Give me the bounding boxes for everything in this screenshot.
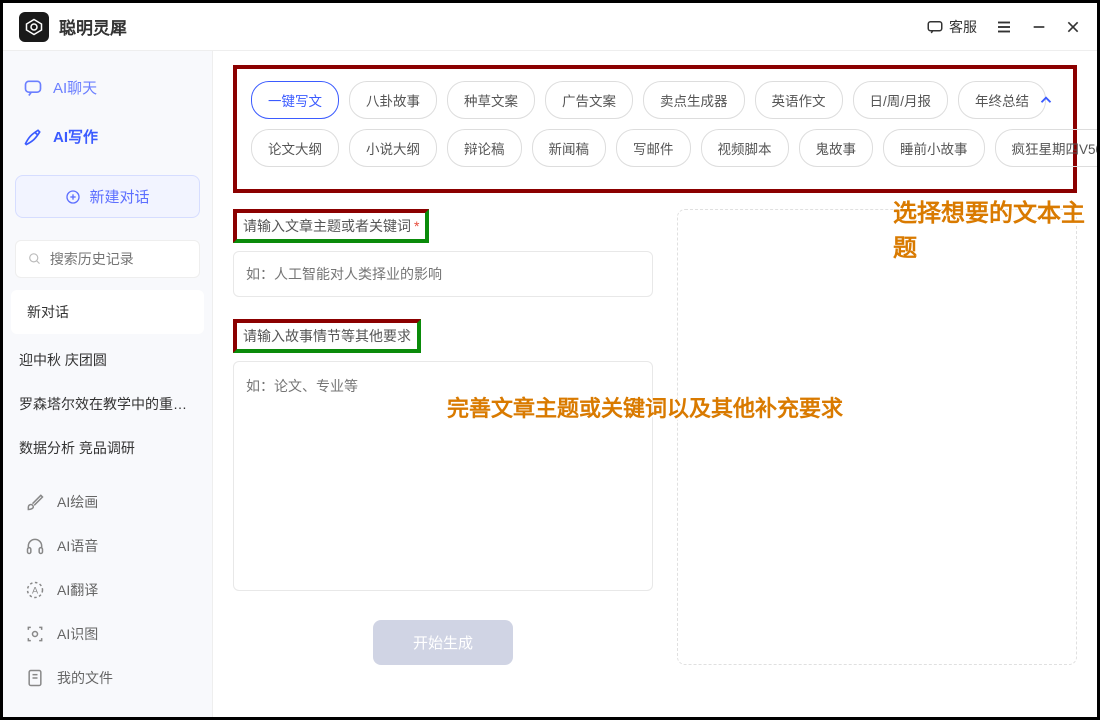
topic-tag[interactable]: 睡前小故事 — [883, 129, 985, 167]
main-content: 一键写文 八卦故事 种草文案 广告文案 卖点生成器 英语作文 日/周/月报 年终… — [213, 51, 1097, 717]
tool-label: 我的文件 — [57, 668, 113, 688]
details-label: 请输入故事情节等其他要求 — [233, 319, 421, 353]
titlebar-right: 客服 — [926, 17, 1081, 37]
history-item[interactable]: 迎中秋 庆团圆 — [3, 338, 212, 382]
nav-ai-chat[interactable]: AI聊天 — [3, 63, 212, 112]
topic-tag[interactable]: 辩论稿 — [447, 129, 522, 167]
app-title: 聪明灵犀 — [59, 14, 127, 39]
scan-icon — [25, 624, 45, 644]
titlebar: 聪明灵犀 客服 — [3, 3, 1097, 51]
tag-row: 一键写文 八卦故事 种草文案 广告文案 卖点生成器 英语作文 日/周/月报 年终… — [251, 81, 1019, 119]
topic-tag[interactable]: 写邮件 — [616, 129, 691, 167]
menu-button[interactable] — [995, 18, 1013, 36]
tool-ai-paint[interactable]: AI绘画 — [3, 480, 212, 524]
nav-label: AI写作 — [53, 126, 98, 147]
new-chat-button[interactable]: 新建对话 — [15, 175, 200, 218]
tool-label: AI翻译 — [57, 580, 98, 600]
form-left: 请输入文章主题或者关键词* 请输入故事情节等其他要求 开始生成 — [233, 209, 653, 665]
topic-tag[interactable]: 英语作文 — [755, 81, 843, 119]
tool-label: AI语音 — [57, 536, 98, 556]
chat-icon — [926, 18, 944, 36]
tool-my-files[interactable]: 我的文件 — [3, 656, 212, 700]
search-input[interactable] — [50, 251, 187, 267]
history-item[interactable]: 罗森塔尔效在教学中的重要 ... — [3, 382, 212, 426]
search-box[interactable] — [15, 240, 200, 278]
sidebar: AI聊天 AI写作 新建对话 新对话 迎中秋 庆团圆 罗森塔尔效在教学中的重要 … — [3, 51, 213, 717]
file-icon — [25, 668, 45, 688]
required-asterisk: * — [414, 218, 419, 234]
topic-label: 请输入文章主题或者关键词* — [233, 209, 429, 243]
close-button[interactable] — [1065, 19, 1081, 35]
layout: AI聊天 AI写作 新建对话 新对话 迎中秋 庆团圆 罗森塔尔效在教学中的重要 … — [3, 51, 1097, 717]
topic-tag[interactable]: 年终总结 — [958, 81, 1046, 119]
chat-bubble-icon — [23, 78, 43, 98]
customer-service-label: 客服 — [949, 17, 977, 37]
collapse-toggle[interactable] — [1037, 91, 1055, 114]
topic-tag[interactable]: 视频脚本 — [701, 129, 789, 167]
tag-row: 论文大纲 小说大纲 辩论稿 新闻稿 写邮件 视频脚本 鬼故事 睡前小故事 疯狂星… — [251, 129, 1019, 167]
brush-icon — [25, 492, 45, 512]
topic-input[interactable] — [233, 251, 653, 297]
history-item[interactable]: 新对话 — [11, 290, 204, 334]
new-chat-label: 新建对话 — [89, 186, 149, 207]
window-controls — [995, 18, 1081, 36]
topic-tag[interactable]: 小说大纲 — [349, 129, 437, 167]
topic-tag[interactable]: 八卦故事 — [349, 81, 437, 119]
topic-tag-panel: 一键写文 八卦故事 种草文案 广告文案 卖点生成器 英语作文 日/周/月报 年终… — [233, 65, 1077, 193]
annotation-select-topic: 选择想要的文本主题 — [893, 193, 1097, 263]
search-icon — [28, 251, 42, 267]
tool-ai-translate[interactable]: A AI翻译 — [3, 568, 212, 612]
tool-label: AI绘画 — [57, 492, 98, 512]
nav-ai-write[interactable]: AI写作 — [3, 112, 212, 161]
topic-tag[interactable]: 鬼故事 — [799, 129, 874, 167]
translate-icon: A — [25, 580, 45, 600]
svg-text:A: A — [32, 585, 39, 595]
minimize-button[interactable] — [1031, 19, 1047, 35]
menu-icon — [995, 18, 1013, 36]
close-icon — [1065, 19, 1081, 35]
headphone-icon — [25, 536, 45, 556]
topic-tag[interactable]: 卖点生成器 — [643, 81, 745, 119]
topic-tag[interactable]: 日/周/月报 — [853, 81, 949, 119]
output-panel — [677, 209, 1077, 665]
tool-ai-image-recognition[interactable]: AI识图 — [3, 612, 212, 656]
nav-label: AI聊天 — [53, 77, 97, 98]
topic-tag[interactable]: 新闻稿 — [532, 129, 607, 167]
app-logo — [19, 12, 49, 42]
minimize-icon — [1031, 19, 1047, 35]
customer-service-link[interactable]: 客服 — [926, 17, 977, 37]
tool-label: AI识图 — [57, 624, 98, 644]
annotation-complete-details: 完善文章主题或关键词以及其他补充要求 — [447, 391, 843, 423]
topic-tag[interactable]: 一键写文 — [251, 81, 339, 119]
pen-icon — [23, 127, 43, 147]
topic-tag[interactable]: 疯狂星期四V50 — [995, 129, 1098, 167]
titlebar-left: 聪明灵犀 — [19, 12, 127, 42]
topic-tag[interactable]: 论文大纲 — [251, 129, 339, 167]
chevron-up-icon — [1037, 91, 1055, 109]
tool-section: AI绘画 AI语音 A AI翻译 AI识图 我的文件 — [3, 480, 212, 700]
plus-circle-icon — [65, 189, 81, 205]
form-area: 请输入文章主题或者关键词* 请输入故事情节等其他要求 开始生成 — [233, 209, 1077, 665]
generate-button[interactable]: 开始生成 — [373, 620, 513, 665]
tool-ai-voice[interactable]: AI语音 — [3, 524, 212, 568]
history-item[interactable]: 数据分析 竞品调研 — [3, 426, 212, 470]
topic-tag[interactable]: 广告文案 — [545, 81, 633, 119]
topic-tag[interactable]: 种草文案 — [447, 81, 535, 119]
